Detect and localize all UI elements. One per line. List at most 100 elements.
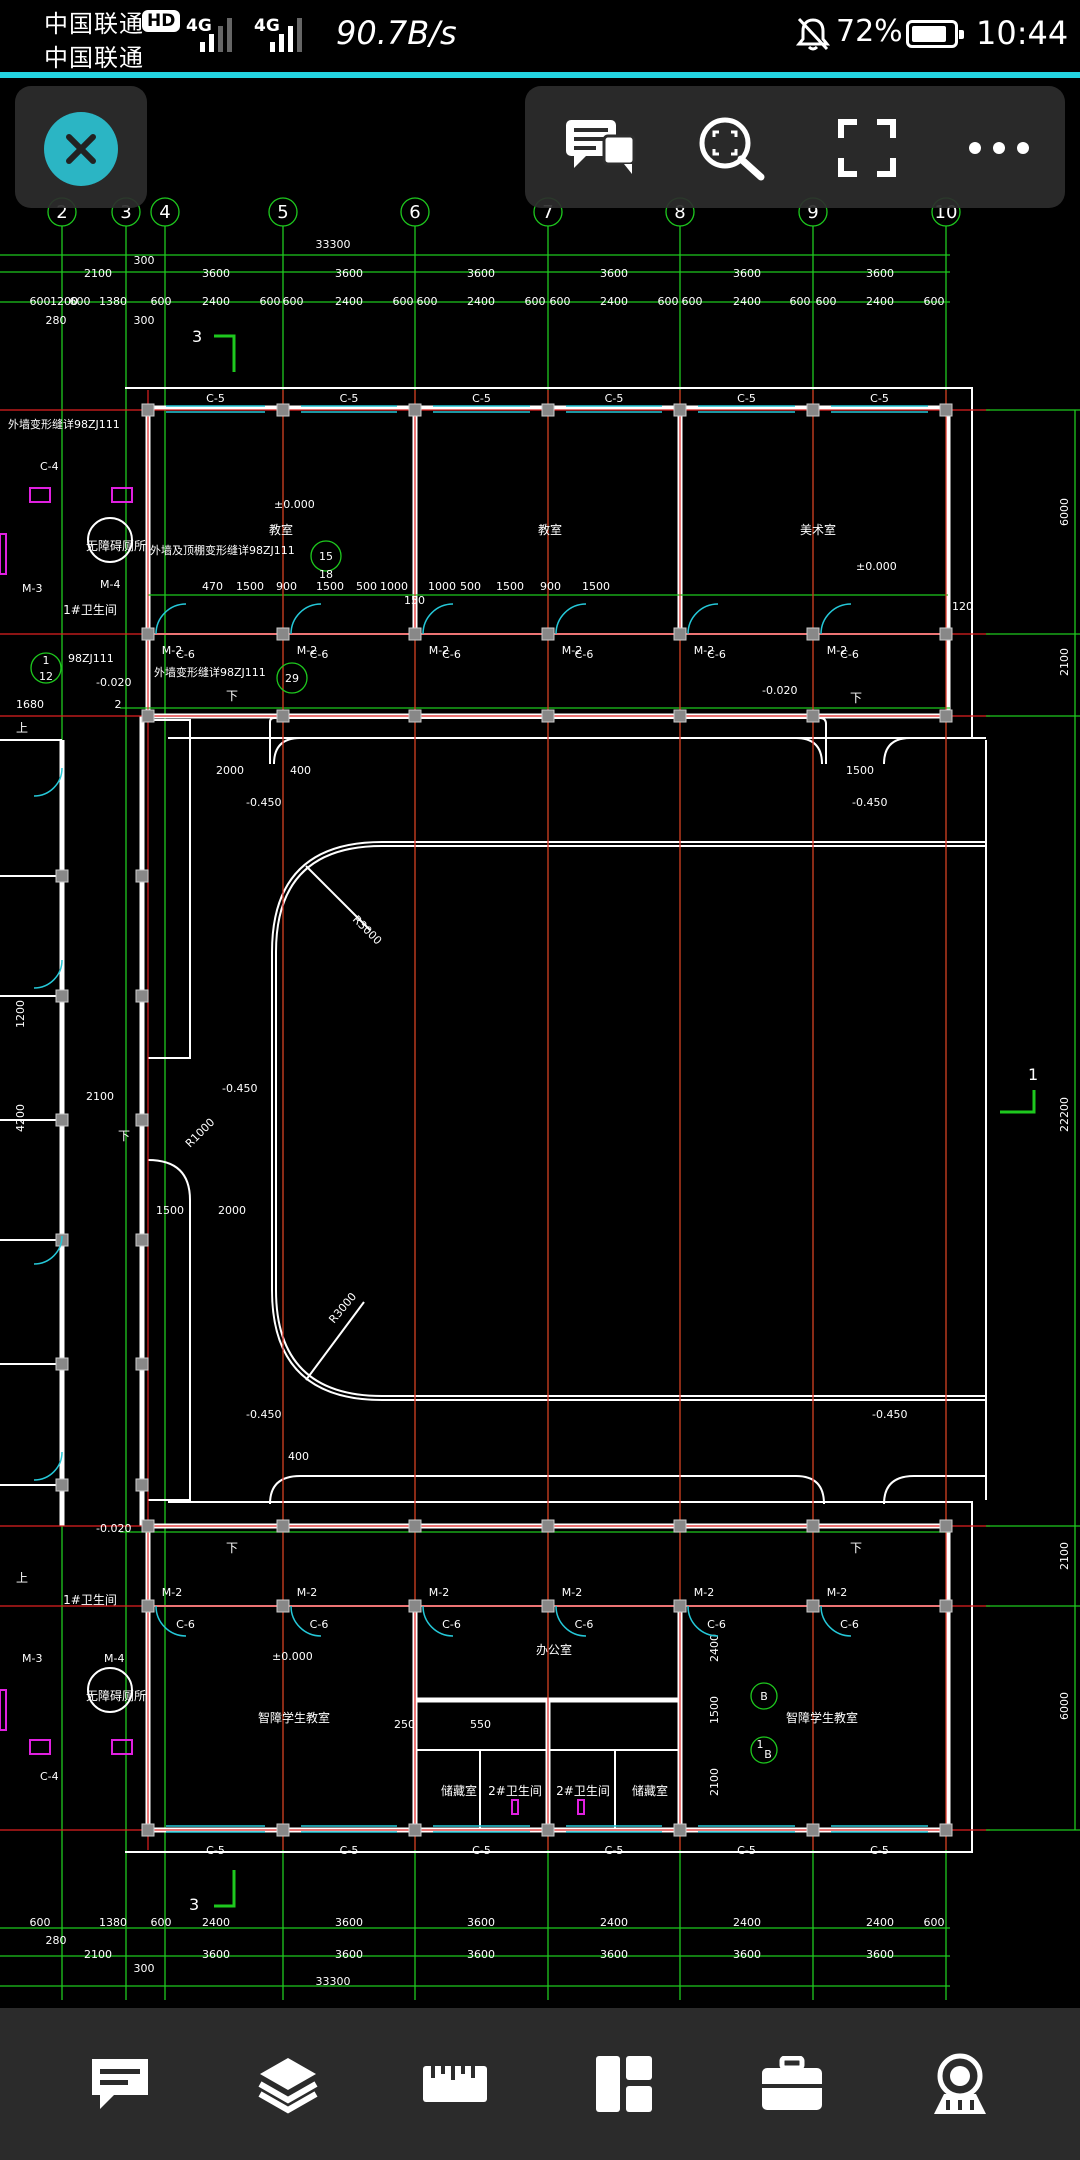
column	[276, 1519, 290, 1533]
door-swing	[687, 603, 719, 635]
room-label: 储藏室	[441, 1783, 477, 1798]
hd-icon: HD	[142, 10, 181, 32]
axis-label: 4	[159, 202, 170, 223]
room-label: 1#卫生间	[63, 603, 117, 617]
room-label: 教室	[538, 522, 562, 537]
dim-label: 2100	[84, 1948, 112, 1961]
layers-button[interactable]	[248, 2044, 328, 2124]
column	[673, 1823, 687, 1837]
stair-mark: 下	[850, 1541, 862, 1555]
zoom-extents-button[interactable]	[693, 112, 773, 184]
window-tag: C-5	[870, 392, 889, 405]
radius-label: R3000	[350, 913, 384, 947]
room-label: 无障碍厕所	[86, 538, 146, 553]
detail-ref: B	[764, 1748, 772, 1761]
elevation-label: -0.450	[246, 796, 281, 809]
cad-drawing-viewport[interactable]: .g { stroke:#1ec81e; stroke-width:1.3; f…	[0, 78, 1080, 2008]
elevation-label: -0.450	[246, 1408, 281, 1421]
dim-label: 300	[134, 1962, 155, 1975]
dim-label: 1500	[582, 580, 610, 593]
carrier-label-2: 中国联通	[44, 44, 144, 72]
dim-label: 3600	[467, 267, 495, 280]
door-swing	[155, 603, 187, 635]
dim-label: 3600	[335, 1916, 363, 1929]
toolbox-button[interactable]	[752, 2044, 832, 2124]
column	[541, 1823, 555, 1837]
elevation-label: -0.450	[222, 1082, 257, 1095]
fullscreen-button[interactable]	[827, 112, 907, 184]
window-tag: C-5	[340, 392, 359, 405]
dim-label: 3600	[600, 1948, 628, 1961]
close-button[interactable]	[44, 112, 118, 186]
annotation-button[interactable]	[80, 2044, 160, 2124]
measure-button[interactable]	[415, 2044, 495, 2124]
more-button[interactable]	[959, 112, 1039, 184]
column	[806, 1823, 820, 1837]
dim-label: 150	[404, 594, 425, 607]
door-tag: M-2	[297, 644, 317, 657]
room-label: 2#卫生间	[556, 1784, 610, 1798]
dim-label: 600	[924, 1916, 945, 1929]
column	[541, 403, 555, 417]
comment-button[interactable]	[560, 112, 640, 184]
window-tag: C-5	[206, 1844, 225, 1857]
layout-button[interactable]	[584, 2044, 664, 2124]
dim-label: 1200	[14, 1000, 27, 1028]
room-label: 1#卫生间	[63, 1593, 117, 1607]
column	[939, 1599, 953, 1613]
column	[806, 709, 820, 723]
window-tag: C-5	[472, 1844, 491, 1857]
column	[806, 1599, 820, 1613]
detail-ref: 2	[115, 698, 122, 711]
dim-label: 1500	[708, 1696, 721, 1724]
detail-ref: B	[760, 1690, 768, 1703]
stair-mark: 上	[16, 1571, 28, 1585]
column	[141, 627, 155, 641]
account-button[interactable]	[920, 2044, 1000, 2124]
axis-label: 5	[277, 202, 288, 223]
door-swing	[422, 603, 454, 635]
column	[55, 1478, 69, 1492]
door-tag: M-2	[162, 644, 182, 657]
column	[55, 869, 69, 883]
section-mark: 3	[189, 1895, 199, 1914]
top-dimensions: 33300 2100 300 3600 3600 3600 3600 3600 …	[0, 238, 950, 327]
window-tag: C-6	[707, 1618, 726, 1631]
window-tag: C-5	[340, 1844, 359, 1857]
column	[408, 1599, 422, 1613]
window-tag: C-4	[40, 1770, 59, 1783]
dim-label: 300	[134, 314, 155, 327]
dim-label: 600	[151, 1916, 172, 1929]
column	[541, 1519, 555, 1533]
dim-label: 6000	[1058, 1692, 1071, 1720]
door-tag: M-2	[694, 1586, 714, 1599]
stair-mark: 下	[850, 691, 862, 705]
dim-label: 600	[70, 295, 91, 308]
window-tag: C-6	[442, 1618, 461, 1631]
dim-label: 1500	[156, 1204, 184, 1217]
dim-label: 1500	[496, 580, 524, 593]
bottom-dimensions: 33300 2100 3600 3600 3600 3600 3600 3600…	[0, 1916, 950, 1988]
layout-icon	[596, 2056, 652, 2112]
section-mark: 3	[192, 327, 202, 346]
door-tag: M-2	[429, 644, 449, 657]
note-label: 外墙变形缝详98ZJ111	[154, 665, 266, 679]
floor-plan-drawing[interactable]: .g { stroke:#1ec81e; stroke-width:1.3; f…	[0, 78, 1080, 2008]
column	[673, 1599, 687, 1613]
window-tag: C-5	[870, 1844, 889, 1857]
dim-label: 500	[356, 580, 377, 593]
column	[541, 627, 555, 641]
dim-label: 3600	[600, 267, 628, 280]
dim-label: 3600	[202, 267, 230, 280]
dim-label: 2100	[1058, 1542, 1071, 1570]
column	[141, 1519, 155, 1533]
fullscreen-icon	[838, 119, 896, 177]
dim-label: 1000	[380, 580, 408, 593]
door-tag: M-3	[22, 1652, 42, 1665]
column	[135, 1113, 149, 1127]
dim-label: 1500	[236, 580, 264, 593]
note-label: 外墙及顶棚变形缝详98ZJ111	[150, 543, 295, 557]
column	[806, 403, 820, 417]
door-tag: M-2	[694, 644, 714, 657]
dim-label: 2400	[866, 295, 894, 308]
